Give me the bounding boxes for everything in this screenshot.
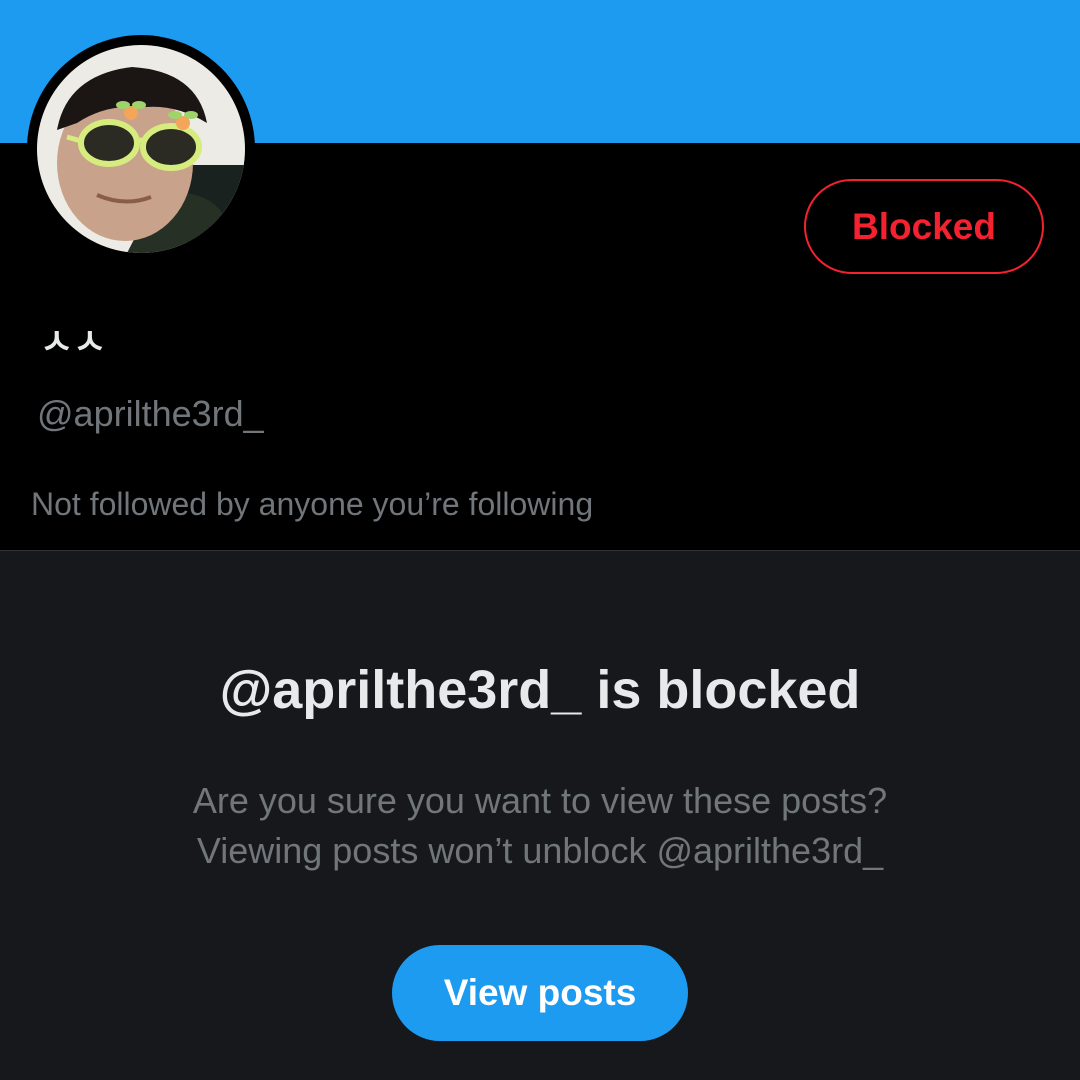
blocked-notice-line-2: Viewing posts won’t unblock @aprilthe3rd… [196, 830, 884, 871]
blocked-notice-title: @aprilthe3rd_ is blocked [219, 660, 861, 720]
profile-photo-icon [37, 45, 245, 253]
view-posts-button[interactable]: View posts [392, 945, 688, 1041]
username-handle: @aprilthe3rd_ [37, 393, 264, 434]
blocked-button[interactable]: Blocked [804, 179, 1044, 274]
blocked-notice-description: Are you sure you want to view these post… [0, 776, 1080, 876]
blocked-notice-line-1: Are you sure you want to view these post… [192, 780, 888, 821]
avatar[interactable] [27, 35, 255, 263]
followers-you-know-text: Not followed by anyone you’re following [31, 486, 594, 522]
display-name: ㅅㅅ [40, 322, 107, 363]
